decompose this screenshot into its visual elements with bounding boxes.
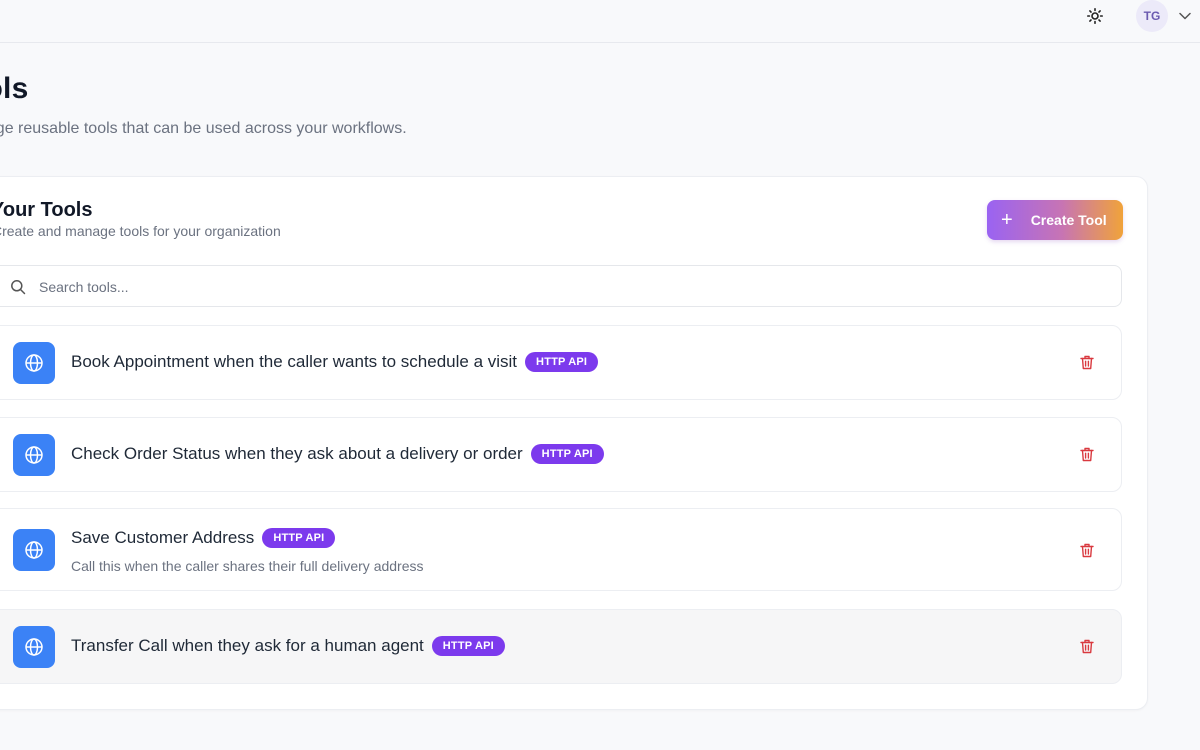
tool-row-book-appointment[interactable]: Book Appointment when the caller wants t… bbox=[0, 325, 1122, 400]
card-subtitle: Create and manage tools for your organiz… bbox=[0, 223, 281, 239]
create-tool-label: Create Tool bbox=[1030, 212, 1107, 228]
tool-type-badge: HTTP API bbox=[530, 444, 604, 464]
trash-icon bbox=[1080, 447, 1094, 461]
delete-tool-button[interactable] bbox=[1077, 352, 1097, 372]
page-subtitle: nage reusable tools that can be used acr… bbox=[0, 120, 407, 137]
tool-name: Book Appointment when the caller wants t… bbox=[71, 352, 518, 371]
tool-title-line: Transfer Call when they ask for a human … bbox=[71, 636, 505, 656]
tool-description: Call this when the caller shares their f… bbox=[71, 558, 424, 574]
globe-icon bbox=[25, 446, 43, 464]
tool-type-badge: HTTP API bbox=[431, 636, 505, 656]
tool-title-line: Save Customer Address HTTP API bbox=[71, 528, 336, 548]
search-box bbox=[0, 265, 1122, 308]
globe-icon bbox=[25, 354, 43, 372]
user-avatar[interactable]: TG bbox=[1136, 0, 1168, 32]
tool-icon-tile bbox=[13, 529, 55, 571]
tool-row-check-order-status[interactable]: Check Order Status when they ask about a… bbox=[0, 417, 1122, 492]
tool-name: Check Order Status when they ask about a… bbox=[71, 444, 523, 463]
tool-row-save-customer-address[interactable]: Save Customer Address HTTP API Call this… bbox=[0, 508, 1122, 591]
chevron-down-icon bbox=[1179, 12, 1191, 20]
tool-title-line: Check Order Status when they ask about a… bbox=[71, 444, 604, 464]
trash-icon bbox=[1080, 355, 1094, 369]
user-menu-toggle[interactable] bbox=[1176, 7, 1194, 25]
top-bar: TG bbox=[0, 0, 1200, 43]
create-tool-button[interactable]: + Create Tool bbox=[987, 200, 1123, 240]
tool-title-line: Book Appointment when the caller wants t… bbox=[71, 352, 599, 372]
plus-icon: + bbox=[1001, 209, 1013, 231]
delete-tool-button[interactable] bbox=[1077, 636, 1097, 656]
tool-row-transfer-call[interactable]: Transfer Call when they ask for a human … bbox=[0, 609, 1122, 684]
search-icon bbox=[11, 280, 26, 295]
sun-icon bbox=[1087, 8, 1103, 24]
delete-tool-button[interactable] bbox=[1077, 444, 1097, 464]
delete-tool-button[interactable] bbox=[1077, 540, 1097, 560]
tool-type-badge: HTTP API bbox=[525, 352, 599, 372]
user-initials: TG bbox=[1143, 9, 1161, 23]
tool-type-badge: HTTP API bbox=[262, 528, 336, 548]
theme-toggle-button[interactable] bbox=[1084, 5, 1106, 27]
search-input[interactable] bbox=[37, 266, 1101, 308]
tool-icon-tile bbox=[13, 342, 55, 384]
tool-icon-tile bbox=[13, 626, 55, 668]
globe-icon bbox=[25, 638, 43, 656]
card-title: Your Tools bbox=[0, 199, 93, 221]
trash-icon bbox=[1080, 543, 1094, 557]
tool-name: Save Customer Address bbox=[71, 528, 255, 547]
globe-icon bbox=[25, 541, 43, 559]
page-title: ools bbox=[0, 72, 29, 105]
tool-icon-tile bbox=[13, 434, 55, 476]
trash-icon bbox=[1080, 639, 1094, 653]
tool-name: Transfer Call when they ask for a human … bbox=[71, 636, 424, 655]
